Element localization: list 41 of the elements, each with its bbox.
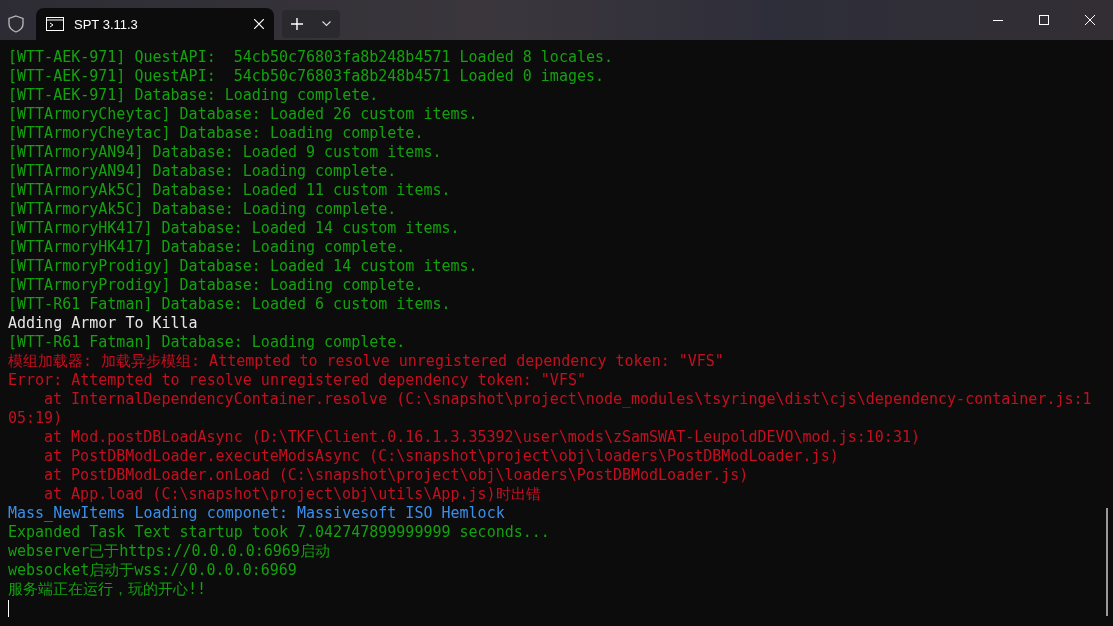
log-line: [WTTArmoryAk5C] Database: Loading complete. (8, 200, 398, 219)
log-line: [WTTArmoryCheytac] Database: Loaded 26 custom items. (8, 105, 479, 124)
log-line: at InternalDependencyContainer.resolve (C:\snapshot\project\node_modules\tsyringe\dist\cjs\dependency-container.js:1 (43, 390, 1093, 409)
log-line: 服务端正在运行，玩的开心!! (8, 580, 208, 599)
log-line: [WTTArmoryAk5C] Database: Loaded 11 custom items. (8, 181, 452, 200)
log-line: at PostDBModLoader.executeModsAsync (C:\snapshot\project\obj\loaders\PostDBModLoader.js) (43, 447, 840, 466)
log-line: at Mod.postDBLoadAsync (D:\TKF\Client.0.16.1.3.35392\user\mods\zSamSWAT-LeupoldDEVO\mod.js:10:31) (43, 428, 921, 447)
log-line: Adding Armor To Killa (8, 314, 199, 333)
log-line: [WTT-R61 Fatman] Database: Loading complete. (8, 333, 407, 352)
log-line: at App.load (C:\snapshot\project\obj\utils\App.js)时出错 (43, 485, 542, 504)
log-line: [WTTArmoryCheytac] Database: Loading complete. (8, 124, 425, 143)
minimize-icon (993, 19, 1003, 21)
log-line: Error: Attempted to resolve unregistered dependency token: "VFS" (8, 371, 587, 390)
text-cursor (8, 600, 9, 617)
log-line: [WTT-AEK-971] QuestAPI: 54cb50c76803fa8b248b4571 Loaded 8 locales. (8, 48, 615, 67)
log-line: websocket启动于wss://0.0.0.0:6969 (8, 561, 298, 580)
log-line: [WTTArmoryProdigy] Database: Loaded 14 custom items. (8, 257, 479, 276)
log-line: [WTT-AEK-971] QuestAPI: 54cb50c76803fa8b248b4571 Loaded 0 images. (8, 67, 606, 86)
log-line: [WTTArmoryHK417] Database: Loading complete. (8, 238, 407, 257)
log-line: webserver已于https://0.0.0.0:6969启动 (8, 542, 331, 561)
chevron-down-icon (321, 21, 331, 27)
log-line: at PostDBModLoader.onLoad (C:\snapshot\project\obj\loaders\PostDBModLoader.js) (43, 466, 750, 485)
terminal-tab[interactable]: SPT 3.11.3 (36, 8, 274, 40)
close-icon (1085, 15, 1095, 25)
tab-title: SPT 3.11.3 (74, 16, 139, 32)
log-line: [WTTArmoryHK417] Database: Loaded 14 custom items. (8, 219, 461, 238)
shield-icon (8, 15, 24, 33)
log-line: Expanded Task Text startup took 7.042747899999999 seconds... (8, 523, 551, 542)
scrollbar[interactable] (1106, 508, 1108, 616)
log-line: [WTTArmoryAN94] Database: Loaded 9 custom items. (8, 143, 443, 162)
log-line: [WTT-AEK-971] Database: Loading complete. (8, 86, 380, 105)
log-line: [WTTArmoryAN94] Database: Loading complete. (8, 162, 398, 181)
log-line: 05:19) (8, 409, 64, 428)
log-line: 模组加载器: 加载异步模组: Attempted to resolve unregistered dependency token: "VFS" (8, 352, 725, 371)
log-line: [WTT-R61 Fatman] Database: Loaded 6 custom items. (8, 295, 452, 314)
console-icon (46, 17, 64, 31)
close-icon[interactable] (254, 19, 264, 29)
log-line: [WTTArmoryProdigy] Database: Loading complete. (8, 276, 425, 295)
plus-icon (291, 18, 303, 30)
maximize-icon (1039, 15, 1049, 25)
log-line: Mass_NewItems Loading componet: Massivesoft ISO Hemlock (8, 504, 506, 523)
